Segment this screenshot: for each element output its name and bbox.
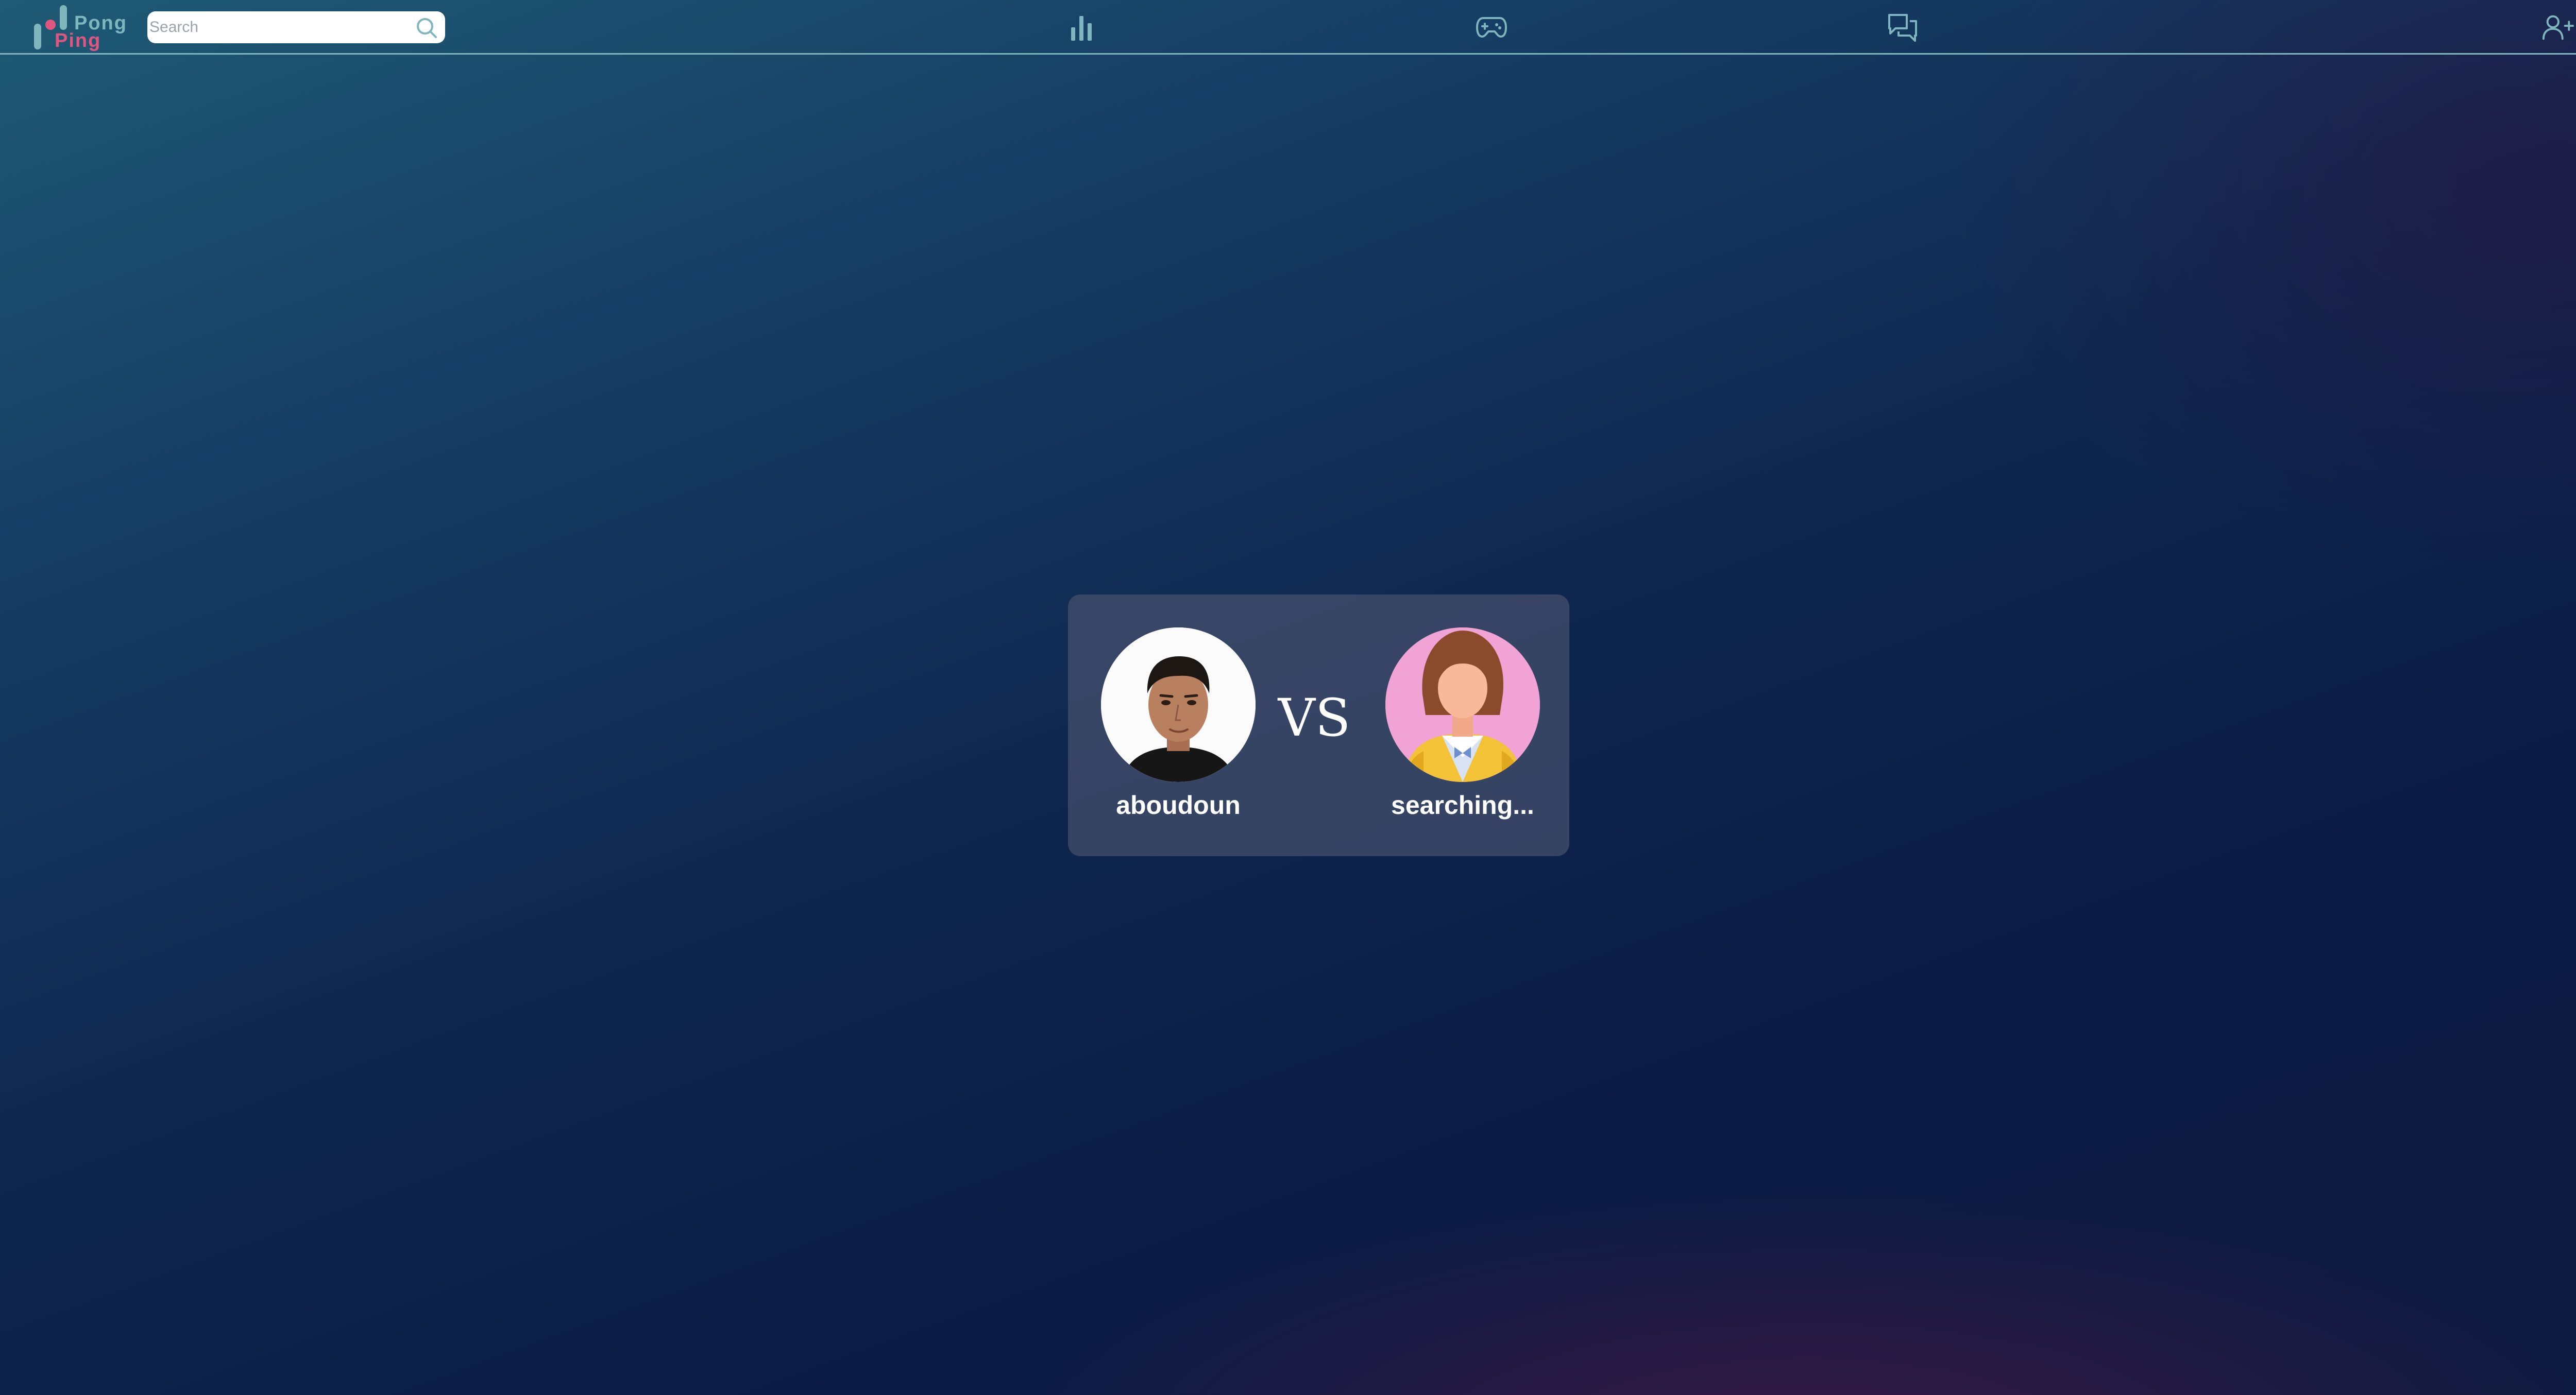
matchmaking-card: aboudoun VS searching... bbox=[1068, 594, 1569, 856]
player-one-avatar bbox=[1101, 627, 1256, 782]
player-two-avatar bbox=[1385, 627, 1540, 782]
top-navigation-bar: Pong Ping bbox=[0, 0, 2576, 55]
player-two-name: searching... bbox=[1391, 791, 1534, 820]
bar-chart-icon[interactable] bbox=[1065, 11, 1097, 43]
search-input[interactable] bbox=[149, 11, 397, 43]
search-icon[interactable] bbox=[415, 16, 438, 39]
chat-icon[interactable] bbox=[1887, 11, 1919, 43]
gamepad-icon[interactable] bbox=[1476, 11, 1507, 43]
player-one-name: aboudoun bbox=[1116, 791, 1241, 820]
add-user-icon[interactable] bbox=[2542, 11, 2574, 43]
versus-label: VS bbox=[1278, 688, 1351, 748]
search-box bbox=[147, 11, 445, 43]
logo-text-ping: Ping bbox=[55, 30, 101, 52]
pong-ping-logo[interactable]: Pong Ping bbox=[32, 2, 135, 52]
